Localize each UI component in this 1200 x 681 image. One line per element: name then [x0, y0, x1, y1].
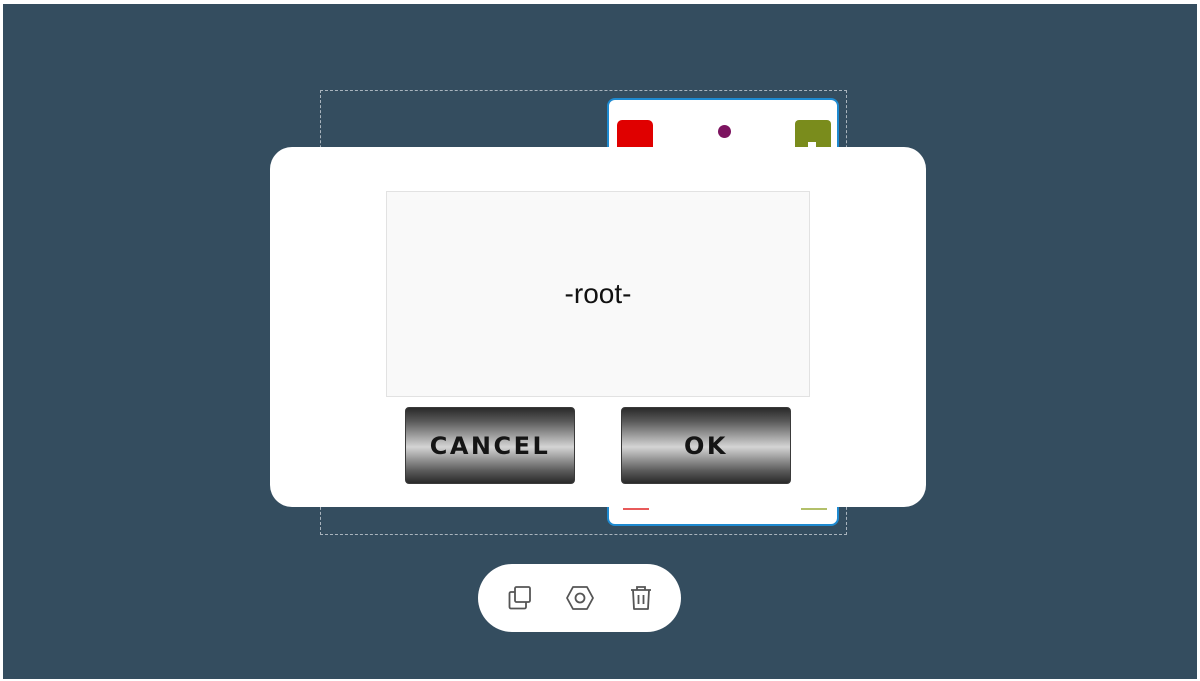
settings-icon	[566, 586, 594, 610]
purple-dot	[718, 125, 731, 138]
green-connector-line	[801, 508, 827, 510]
settings-button[interactable]	[563, 581, 597, 615]
cancel-button[interactable]: CANCEL	[405, 407, 575, 484]
duplicate-icon	[508, 586, 531, 610]
text-edit-dialog: -root- CANCEL OK	[270, 147, 926, 507]
workspace-canvas[interactable]: -root- CANCEL OK	[3, 4, 1197, 679]
delete-button[interactable]	[624, 581, 658, 615]
text-value-field[interactable]: -root-	[386, 191, 810, 397]
block-toolbar	[478, 564, 681, 632]
ok-button[interactable]: OK	[621, 407, 791, 484]
trash-icon	[631, 586, 651, 610]
red-connector-line	[623, 508, 649, 510]
duplicate-button[interactable]	[503, 581, 537, 615]
